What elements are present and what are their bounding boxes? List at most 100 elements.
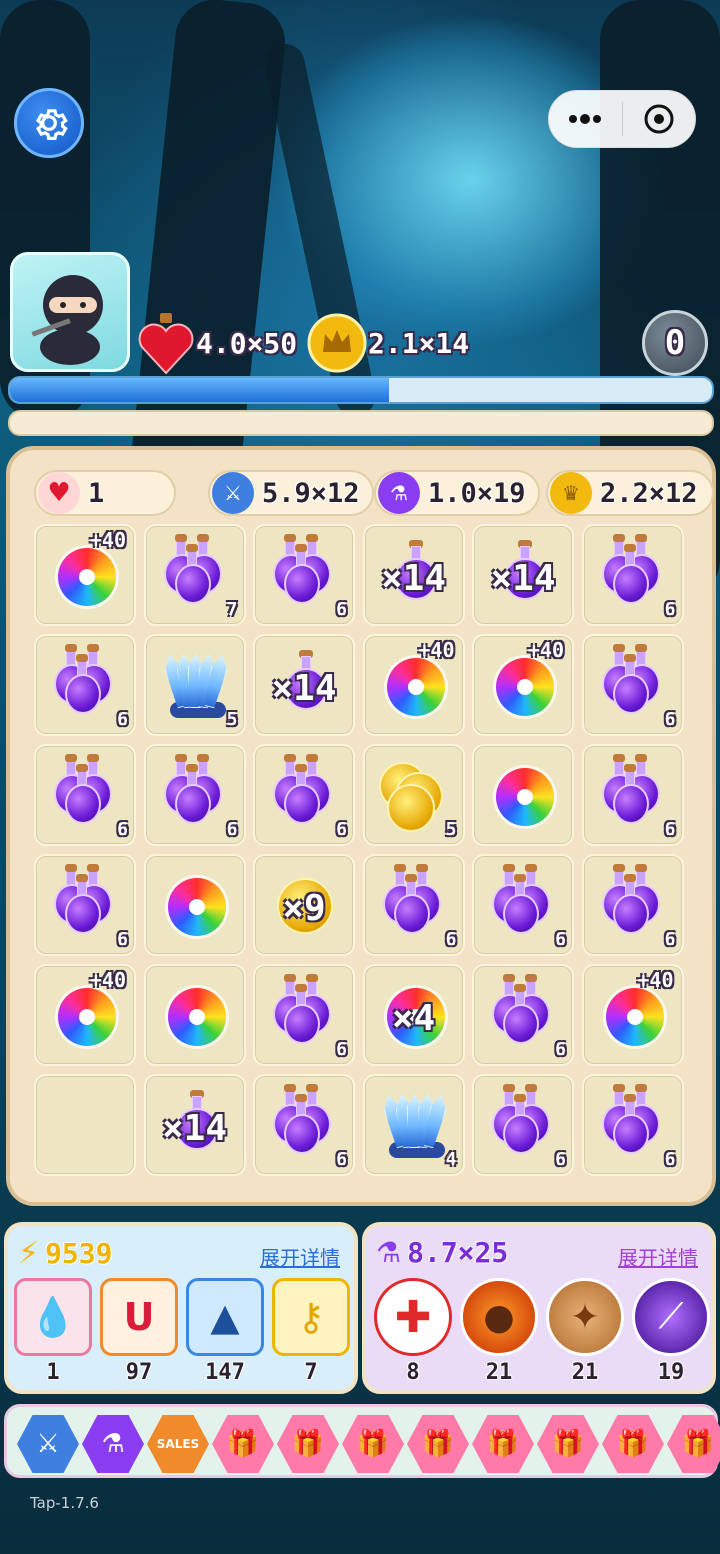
grid-cell[interactable]: 7	[143, 524, 246, 626]
hotbar-gift-button[interactable]: 🎁	[537, 1415, 599, 1473]
meteor-skill[interactable]: ●	[460, 1278, 538, 1356]
stack-count: 6	[664, 709, 676, 730]
stack-count: 7	[226, 599, 238, 620]
grid-cell[interactable]: 6	[362, 854, 465, 956]
grid-cell[interactable]: 6	[143, 744, 246, 846]
grid-cell[interactable]	[472, 744, 574, 846]
grid-cell[interactable]: 5	[143, 634, 246, 736]
hotbar-gift-button[interactable]: 🎁	[212, 1415, 274, 1473]
stack-count: 6	[117, 929, 128, 950]
grid-cell[interactable]: 6	[253, 1074, 355, 1176]
stack-count: 6	[336, 1039, 347, 1060]
grid-cell[interactable]	[143, 854, 246, 956]
heal-cross-icon: ✚	[394, 1291, 432, 1343]
grid-cell[interactable]	[34, 1074, 136, 1176]
hearts-value: 4.0×50	[196, 326, 298, 360]
grid-cell[interactable]: ×14	[143, 1074, 246, 1176]
more-button[interactable]	[549, 91, 622, 147]
hotbar-potion-button[interactable]: ⚗	[82, 1415, 144, 1473]
heart-resource: ♥ 1	[34, 470, 176, 516]
grid-cell[interactable]: +40	[472, 634, 574, 736]
grid-cell[interactable]: 6	[581, 634, 684, 736]
grid-cell[interactable]: +40	[34, 524, 136, 626]
grid-cell[interactable]: 4	[362, 1074, 465, 1176]
target-circle-icon	[644, 104, 674, 134]
sword-resource: ⚔ 5.9×12	[208, 470, 374, 516]
magnet-skill[interactable]: U	[100, 1278, 178, 1356]
heal-skill[interactable]: ✚	[374, 1278, 452, 1356]
grid-cell[interactable]: 6	[581, 854, 684, 956]
stack-count: 6	[555, 929, 566, 950]
grid-cell[interactable]: 6	[34, 744, 136, 846]
rainbow-swirl-icon	[605, 988, 664, 1046]
grid-cell[interactable]: 6	[581, 1074, 684, 1176]
hotbar-swords-button[interactable]: ⚔	[17, 1415, 79, 1473]
gift-icon: 🎁	[356, 1429, 390, 1459]
coin-resource-value: 2.2×12	[600, 477, 698, 509]
grid-cell[interactable]: 6	[34, 634, 136, 736]
bonus-label: +40	[89, 968, 126, 992]
grid-cell[interactable]: ×14	[253, 634, 355, 736]
close-miniprogram-button[interactable]	[623, 91, 696, 147]
hotbar-gift-button[interactable]: 🎁	[667, 1415, 720, 1473]
grid-cell[interactable]: 5	[362, 744, 465, 846]
gift-icon: 🎁	[291, 1429, 325, 1459]
grid-cell[interactable]: ×4	[362, 964, 465, 1066]
grid-cell[interactable]	[143, 964, 246, 1066]
progress-bar	[8, 376, 714, 404]
mini-program-capsule	[548, 90, 696, 148]
stack-count: 5	[445, 819, 457, 840]
hotbar-gift-button[interactable]: 🎁	[472, 1415, 534, 1473]
stack-count: 6	[336, 1149, 347, 1170]
grid-cell[interactable]: ×9	[253, 854, 355, 956]
grid-cell[interactable]: 6	[472, 964, 574, 1066]
multiplier-label: ×14	[271, 668, 337, 709]
grid-cell[interactable]: 6	[581, 744, 684, 846]
potion-icon: ⚗	[378, 472, 420, 514]
grid-cell[interactable]: 6	[34, 854, 136, 956]
gift-icon: 🎁	[421, 1429, 455, 1459]
grid-cell[interactable]: 6	[253, 744, 355, 846]
blood-drop-skill[interactable]: 💧	[14, 1278, 92, 1356]
slash-count: 19	[657, 1360, 685, 1385]
grid-cell[interactable]: 6	[472, 1074, 574, 1176]
grid-cell[interactable]: 6	[581, 524, 684, 626]
slash-skill[interactable]: ⟋	[632, 1278, 710, 1356]
stack-count: 6	[664, 929, 676, 950]
rainbow-swirl-icon	[167, 878, 226, 936]
grid-cell[interactable]: +40	[34, 964, 136, 1066]
grid-cell[interactable]: ×14	[362, 524, 465, 626]
multiplier-label: ×14	[380, 558, 447, 599]
bonus-label: +40	[527, 638, 564, 662]
multiplier-label: ×4	[391, 998, 436, 1039]
potion-resource: ⚗ 1.0×19	[374, 470, 540, 516]
potion-resource-value: 1.0×19	[428, 477, 526, 509]
grid-cell[interactable]: 6	[472, 854, 574, 956]
hotbar-gift-button[interactable]: 🎁	[277, 1415, 339, 1473]
gift-icon: 🎁	[486, 1429, 520, 1459]
grid-cell[interactable]: 6	[253, 524, 355, 626]
settings-button[interactable]	[14, 88, 84, 158]
grid-cell[interactable]: ×14	[472, 524, 574, 626]
shark-skill[interactable]: ▲	[186, 1278, 264, 1356]
earth-crack-skill[interactable]: ✦	[546, 1278, 624, 1356]
grid-cell[interactable]: 6	[253, 964, 355, 1066]
grid-cell[interactable]: +40	[581, 964, 684, 1066]
bonus-label: +40	[418, 638, 455, 662]
more-dots-icon	[569, 114, 602, 124]
hotbar-gift-button[interactable]: 🎁	[602, 1415, 664, 1473]
rainbow-swirl-icon	[58, 988, 116, 1046]
earth-crack-count: 21	[571, 1360, 599, 1385]
grid-cell[interactable]: +40	[362, 634, 465, 736]
key-skill[interactable]: ⚷	[272, 1278, 350, 1356]
expand-details-link-2[interactable]: 展开详情	[618, 1242, 698, 1271]
hotbar-gift-button[interactable]: 🎁	[342, 1415, 404, 1473]
meteor-count: 21	[485, 1360, 513, 1385]
player-avatar[interactable]	[10, 252, 130, 372]
expand-details-link[interactable]: 展开详情	[260, 1242, 340, 1271]
stack-count: 6	[664, 599, 676, 620]
hotbar-gift-button[interactable]: 🎁	[407, 1415, 469, 1473]
hotbar-sales-tag-button[interactable]: SALES	[147, 1415, 209, 1473]
zero-button[interactable]: 0	[642, 310, 708, 376]
earth-crack-icon: ✦	[569, 1296, 601, 1338]
